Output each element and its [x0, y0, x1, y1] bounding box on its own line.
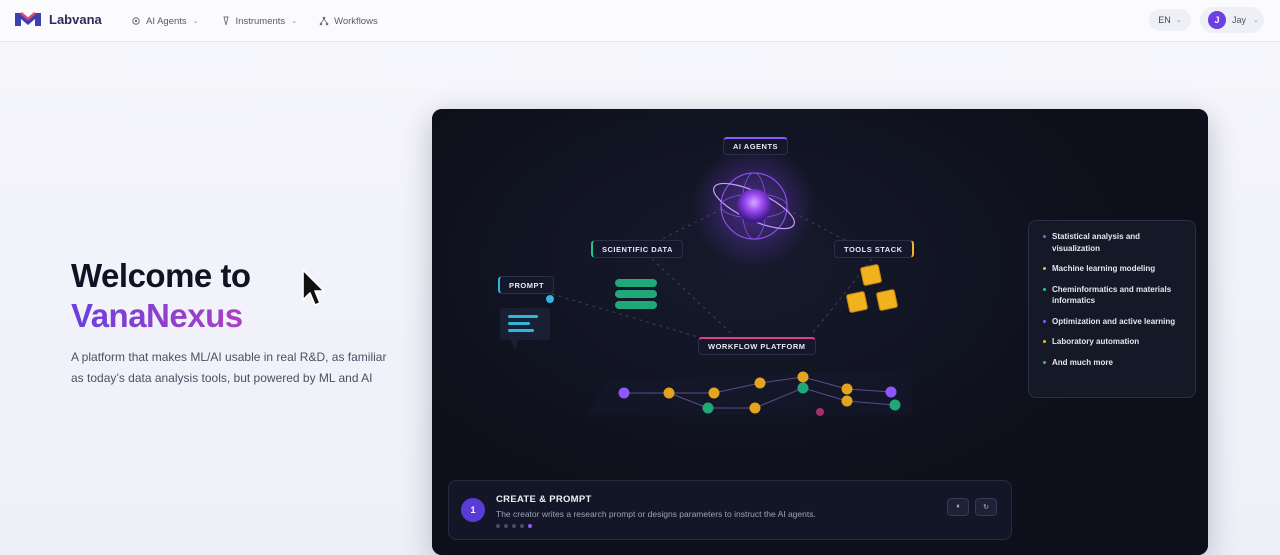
nav-label: Workflows [334, 15, 378, 27]
chevron-down-icon: ⌄ [192, 18, 199, 25]
feature-item: Statistical analysis and visualization [1043, 231, 1185, 254]
pause-button[interactable]: ⏸ [947, 498, 969, 516]
platform-illustration-panel: AI AGENTS SCIENTIFIC DATA TOOLS STACK PR… [432, 109, 1208, 555]
step-dot[interactable] [504, 524, 508, 528]
prompt-document [500, 295, 554, 349]
ai-agents-orb [692, 144, 816, 268]
nav-item-ai-agents[interactable]: AI Agents ⌄ [131, 16, 199, 27]
avatar: J [1208, 11, 1226, 29]
hero-title: Welcome to VanaNexus [71, 256, 251, 336]
workflow-icon [319, 16, 329, 26]
gear-icon [132, 17, 140, 25]
mouse-cursor-icon [302, 269, 325, 306]
nav-item-workflows[interactable]: Workflows [319, 16, 378, 27]
chevron-down-icon: ⌄ [291, 18, 298, 25]
tag-ai-agents: AI AGENTS [723, 137, 789, 155]
brand-logo[interactable]: Labvana [13, 10, 102, 28]
language-selector[interactable]: EN ⌄ [1149, 9, 1191, 31]
labvana-logo-icon [15, 12, 41, 26]
nav-item-instruments[interactable]: Instruments ⌄ [221, 15, 298, 27]
brand-name: Labvana [49, 11, 102, 27]
language-value: EN [1158, 15, 1171, 25]
top-navigation-bar: Labvana AI Agents ⌄ Instruments ⌄ Workfl… [0, 0, 1280, 42]
hero-title-brand: VanaNexus [71, 296, 251, 336]
step-number: 1 [461, 498, 485, 522]
user-menu[interactable]: J Jay ⌄ [1200, 7, 1264, 33]
feature-item: And much more [1043, 357, 1185, 369]
step-progress-dots [496, 524, 532, 528]
chevron-down-icon: ⌄ [1175, 17, 1182, 24]
data-stack [615, 279, 657, 309]
feature-item: Laboratory automation [1043, 336, 1185, 348]
user-name: Jay [1232, 15, 1247, 25]
step-description: The creator writes a research prompt or … [496, 509, 816, 519]
step-dot[interactable] [496, 524, 500, 528]
restart-button[interactable]: ↻ [975, 498, 997, 516]
step-title: CREATE & PROMPT [496, 494, 592, 505]
nav-label: Instruments [235, 15, 286, 27]
feature-item: Machine learning modeling [1043, 263, 1185, 275]
step-dot[interactable] [512, 524, 516, 528]
workflow-network [587, 369, 912, 416]
tag-scientific-data: SCIENTIFIC DATA [591, 240, 683, 258]
feature-item: Cheminformatics and materials informatic… [1043, 284, 1185, 307]
hero-title-line1: Welcome to [71, 257, 251, 294]
step-dot-active[interactable] [528, 524, 532, 528]
tag-workflow-platform: WORKFLOW PLATFORM [698, 337, 816, 355]
pipette-icon [222, 16, 229, 26]
tag-prompt: PROMPT [498, 276, 555, 294]
tag-tools-stack: TOOLS STACK [834, 240, 914, 258]
chevron-down-icon: ⌄ [1253, 17, 1259, 24]
step-card: 1 CREATE & PROMPT The creator writes a r… [448, 480, 1012, 540]
nav-label: AI Agents [146, 15, 187, 27]
step-dot[interactable] [520, 524, 524, 528]
features-list: Statistical analysis and visualization M… [1028, 220, 1196, 398]
feature-item: Optimization and active learning [1043, 316, 1185, 328]
main-nav: AI Agents ⌄ Instruments ⌄ Workflows [131, 0, 400, 42]
hero-description: A platform that makes ML/AI usable in re… [71, 350, 387, 385]
tool-cubes [846, 264, 898, 313]
